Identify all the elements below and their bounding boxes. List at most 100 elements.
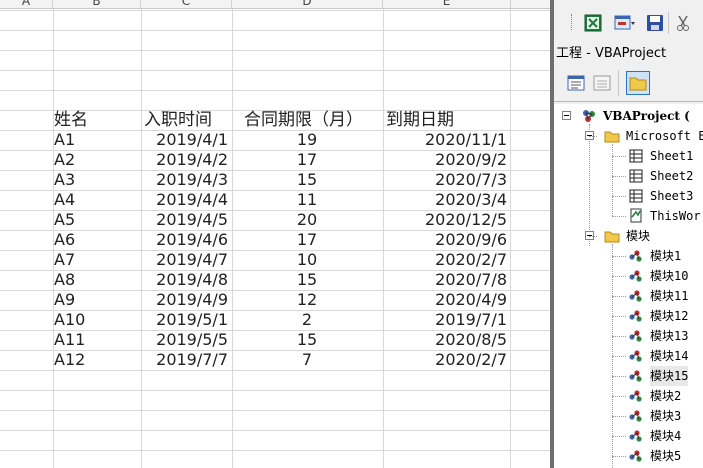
- tree-node-module[interactable]: 模块3: [554, 406, 703, 426]
- cell-term[interactable]: 2: [232, 310, 382, 330]
- tree-node-module[interactable]: 模块10: [554, 266, 703, 286]
- cell-term[interactable]: 11: [232, 190, 382, 210]
- column-header-b[interactable]: B: [53, 0, 141, 8]
- project-tree[interactable]: VBAProject (Microsoft E Sheet1 Sheet2 Sheet…: [554, 104, 703, 468]
- tree-node-vbaproject[interactable]: VBAProject (: [554, 106, 703, 126]
- tree-node-sheet[interactable]: Sheet3: [554, 186, 703, 206]
- cell-expire[interactable]: 2020/3/4: [383, 190, 510, 210]
- table-row: A7 2019/4/7 10 2020/2/7: [0, 250, 550, 270]
- cell-name[interactable]: A3: [54, 170, 140, 190]
- cell-expire[interactable]: 2020/7/3: [383, 170, 510, 190]
- grid-line-horizontal: [0, 10, 550, 11]
- cell-expire[interactable]: 2020/7/8: [383, 270, 510, 290]
- cell-hire-date[interactable]: 2019/5/5: [141, 330, 231, 350]
- grid-line-horizontal: [0, 430, 550, 431]
- cell-term[interactable]: 20: [232, 210, 382, 230]
- table-row: A11 2019/5/5 15 2020/8/5: [0, 330, 550, 350]
- cell-hire-date[interactable]: 2019/4/5: [141, 210, 231, 230]
- cell-term[interactable]: 15: [232, 170, 382, 190]
- cell-hire-date[interactable]: 2019/4/8: [141, 270, 231, 290]
- toolbar-grip[interactable]: [571, 14, 574, 30]
- cell-term[interactable]: 15: [232, 270, 382, 290]
- cell-term[interactable]: 19: [232, 130, 382, 150]
- spreadsheet[interactable]: A B C D E 姓名 入职时间 合同期限（月） 到期日期 A1 2019/4/1 19 2…: [0, 0, 550, 468]
- cell-term[interactable]: 17: [232, 150, 382, 170]
- cell-hire-date[interactable]: 2019/7/7: [141, 350, 231, 370]
- cell-grid[interactable]: 姓名 入职时间 合同期限（月） 到期日期 A1 2019/4/1 19 2020/11/1 A2…: [0, 9, 550, 468]
- tree-node-module[interactable]: 模块11: [554, 286, 703, 306]
- cell-expire[interactable]: 2020/2/7: [383, 350, 510, 370]
- cell-hire-date[interactable]: 2019/5/1: [141, 310, 231, 330]
- vbe-toolbar: [554, 6, 703, 36]
- insert-userform-icon[interactable]: [614, 14, 636, 32]
- header-cell-hire-date[interactable]: 入职时间: [141, 110, 231, 130]
- cell-name[interactable]: A10: [54, 310, 140, 330]
- tree-node-label: ThisWor: [650, 209, 701, 223]
- cell-expire[interactable]: 2020/11/1: [383, 130, 510, 150]
- tree-node-module[interactable]: 模块2: [554, 386, 703, 406]
- tree-node-microsoft-excel-objects[interactable]: Microsoft E: [554, 126, 703, 146]
- cell-hire-date[interactable]: 2019/4/3: [141, 170, 231, 190]
- column-header-c[interactable]: C: [141, 0, 232, 8]
- cell-expire[interactable]: 2020/9/6: [383, 230, 510, 250]
- cell-expire[interactable]: 2020/12/5: [383, 210, 510, 230]
- cell-expire[interactable]: 2019/7/1: [383, 310, 510, 330]
- cell-term[interactable]: 7: [232, 350, 382, 370]
- cell-name[interactable]: A2: [54, 150, 140, 170]
- cell-expire[interactable]: 2020/2/7: [383, 250, 510, 270]
- cell-term[interactable]: 12: [232, 290, 382, 310]
- header-cell-name[interactable]: 姓名: [54, 110, 140, 130]
- tree-node-module[interactable]: 模块15: [554, 366, 703, 386]
- tree-node-sheet[interactable]: Sheet1: [554, 146, 703, 166]
- vba-editor-panel: 工程 - VBAProject VBAProject (Microsoft E S…: [550, 0, 703, 468]
- grid-line-horizontal: [0, 410, 550, 411]
- cell-name[interactable]: A7: [54, 250, 140, 270]
- view-object-icon[interactable]: [592, 74, 612, 92]
- tree-node-module[interactable]: 模块14: [554, 346, 703, 366]
- cell-name[interactable]: A12: [54, 350, 140, 370]
- cut-icon[interactable]: [674, 14, 692, 32]
- tree-node-module[interactable]: 模块4: [554, 426, 703, 446]
- cell-expire[interactable]: 2020/8/5: [383, 330, 510, 350]
- table-row: A8 2019/4/8 15 2020/7/8: [0, 270, 550, 290]
- cell-name[interactable]: A5: [54, 210, 140, 230]
- save-icon[interactable]: [646, 14, 664, 32]
- cell-name[interactable]: A9: [54, 290, 140, 310]
- tree-node-label: 模块4: [650, 429, 682, 443]
- header-cell-expire[interactable]: 到期日期: [383, 110, 510, 130]
- cell-hire-date[interactable]: 2019/4/9: [141, 290, 231, 310]
- cell-name[interactable]: A11: [54, 330, 140, 350]
- cell-hire-date[interactable]: 2019/4/1: [141, 130, 231, 150]
- cell-term[interactable]: 17: [232, 230, 382, 250]
- cell-name[interactable]: A8: [54, 270, 140, 290]
- cell-name[interactable]: A4: [54, 190, 140, 210]
- tree-node-modules-folder[interactable]: 模块: [554, 226, 703, 246]
- toggle-folders-button[interactable]: [626, 71, 650, 95]
- cell-hire-date[interactable]: 2019/4/2: [141, 150, 231, 170]
- column-header-e[interactable]: E: [383, 0, 511, 8]
- tree-node-module[interactable]: 模块12: [554, 306, 703, 326]
- cell-hire-date[interactable]: 2019/4/4: [141, 190, 231, 210]
- cell-expire[interactable]: 2020/9/2: [383, 150, 510, 170]
- cell-term[interactable]: 10: [232, 250, 382, 270]
- cell-name[interactable]: A6: [54, 230, 140, 250]
- project-pane-toolbar: [554, 66, 703, 102]
- cell-name[interactable]: A1: [54, 130, 140, 150]
- tree-node-label: Sheet3: [650, 189, 694, 203]
- header-cell-term[interactable]: 合同期限（月）: [232, 110, 382, 130]
- cell-expire[interactable]: 2020/4/9: [383, 290, 510, 310]
- column-header-d[interactable]: D: [232, 0, 383, 8]
- tree-node-module[interactable]: 模块13: [554, 326, 703, 346]
- project-pane-title: 工程 - VBAProject: [556, 46, 667, 61]
- cell-hire-date[interactable]: 2019/4/6: [141, 230, 231, 250]
- tree-node-module[interactable]: 模块1: [554, 246, 703, 266]
- tree-node-sheet[interactable]: ThisWor: [554, 206, 703, 226]
- tree-node-sheet[interactable]: Sheet2: [554, 166, 703, 186]
- cell-term[interactable]: 15: [232, 330, 382, 350]
- view-excel-icon[interactable]: [584, 14, 602, 32]
- view-code-icon[interactable]: [566, 74, 586, 92]
- column-header-a[interactable]: A: [0, 0, 53, 8]
- table-row: A10 2019/5/1 2 2019/7/1: [0, 310, 550, 330]
- tree-node-module[interactable]: 模块5: [554, 446, 703, 466]
- cell-hire-date[interactable]: 2019/4/7: [141, 250, 231, 270]
